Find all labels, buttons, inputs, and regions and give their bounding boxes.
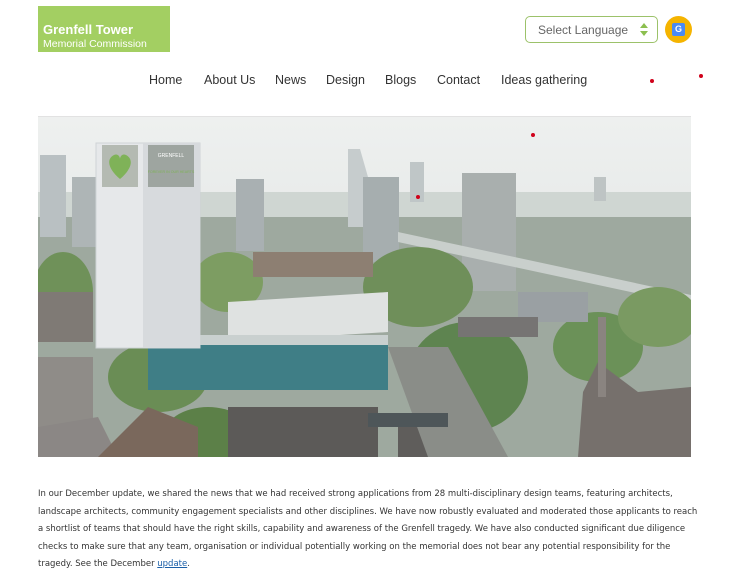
google-translate-icon[interactable]: G <box>665 16 692 43</box>
main-nav: Home About Us News Design Blogs Contact … <box>0 73 743 91</box>
language-select-value: Select Language <box>538 23 629 37</box>
article-end: . <box>187 559 190 569</box>
tower-banner-right-text: FOREVER IN OUR HEARTS <box>148 170 195 174</box>
logo-subtitle: Memorial Commission <box>43 38 147 50</box>
language-select[interactable]: Select Language <box>525 16 658 43</box>
nav-contact[interactable]: Contact <box>437 73 480 87</box>
hero-aerial-image: GRENFELL FOREVER IN OUR HEARTS <box>38 117 691 457</box>
marker-dot <box>699 74 703 78</box>
site-logo[interactable]: Grenfell Tower Memorial Commission <box>38 6 170 52</box>
marker-dot <box>650 79 654 83</box>
select-arrows-icon <box>640 21 648 38</box>
nav-design[interactable]: Design <box>326 73 365 87</box>
marker-dot <box>531 133 535 137</box>
nav-home[interactable]: Home <box>149 73 182 87</box>
aerial-city-illustration: GRENFELL FOREVER IN OUR HEARTS <box>38 117 691 457</box>
tower-banner-left-text: GRENFELL <box>158 153 185 159</box>
article-body: In our December update, we shared the ne… <box>38 489 698 569</box>
marker-dot <box>416 195 420 199</box>
update-link[interactable]: update <box>157 559 187 569</box>
nav-about-us[interactable]: About Us <box>204 73 255 87</box>
logo-title: Grenfell Tower <box>43 22 134 37</box>
nav-ideas-gathering[interactable]: Ideas gathering <box>501 73 587 87</box>
article-paragraph: In our December update, we shared the ne… <box>38 486 698 574</box>
nav-blogs[interactable]: Blogs <box>385 73 416 87</box>
nav-news[interactable]: News <box>275 73 306 87</box>
